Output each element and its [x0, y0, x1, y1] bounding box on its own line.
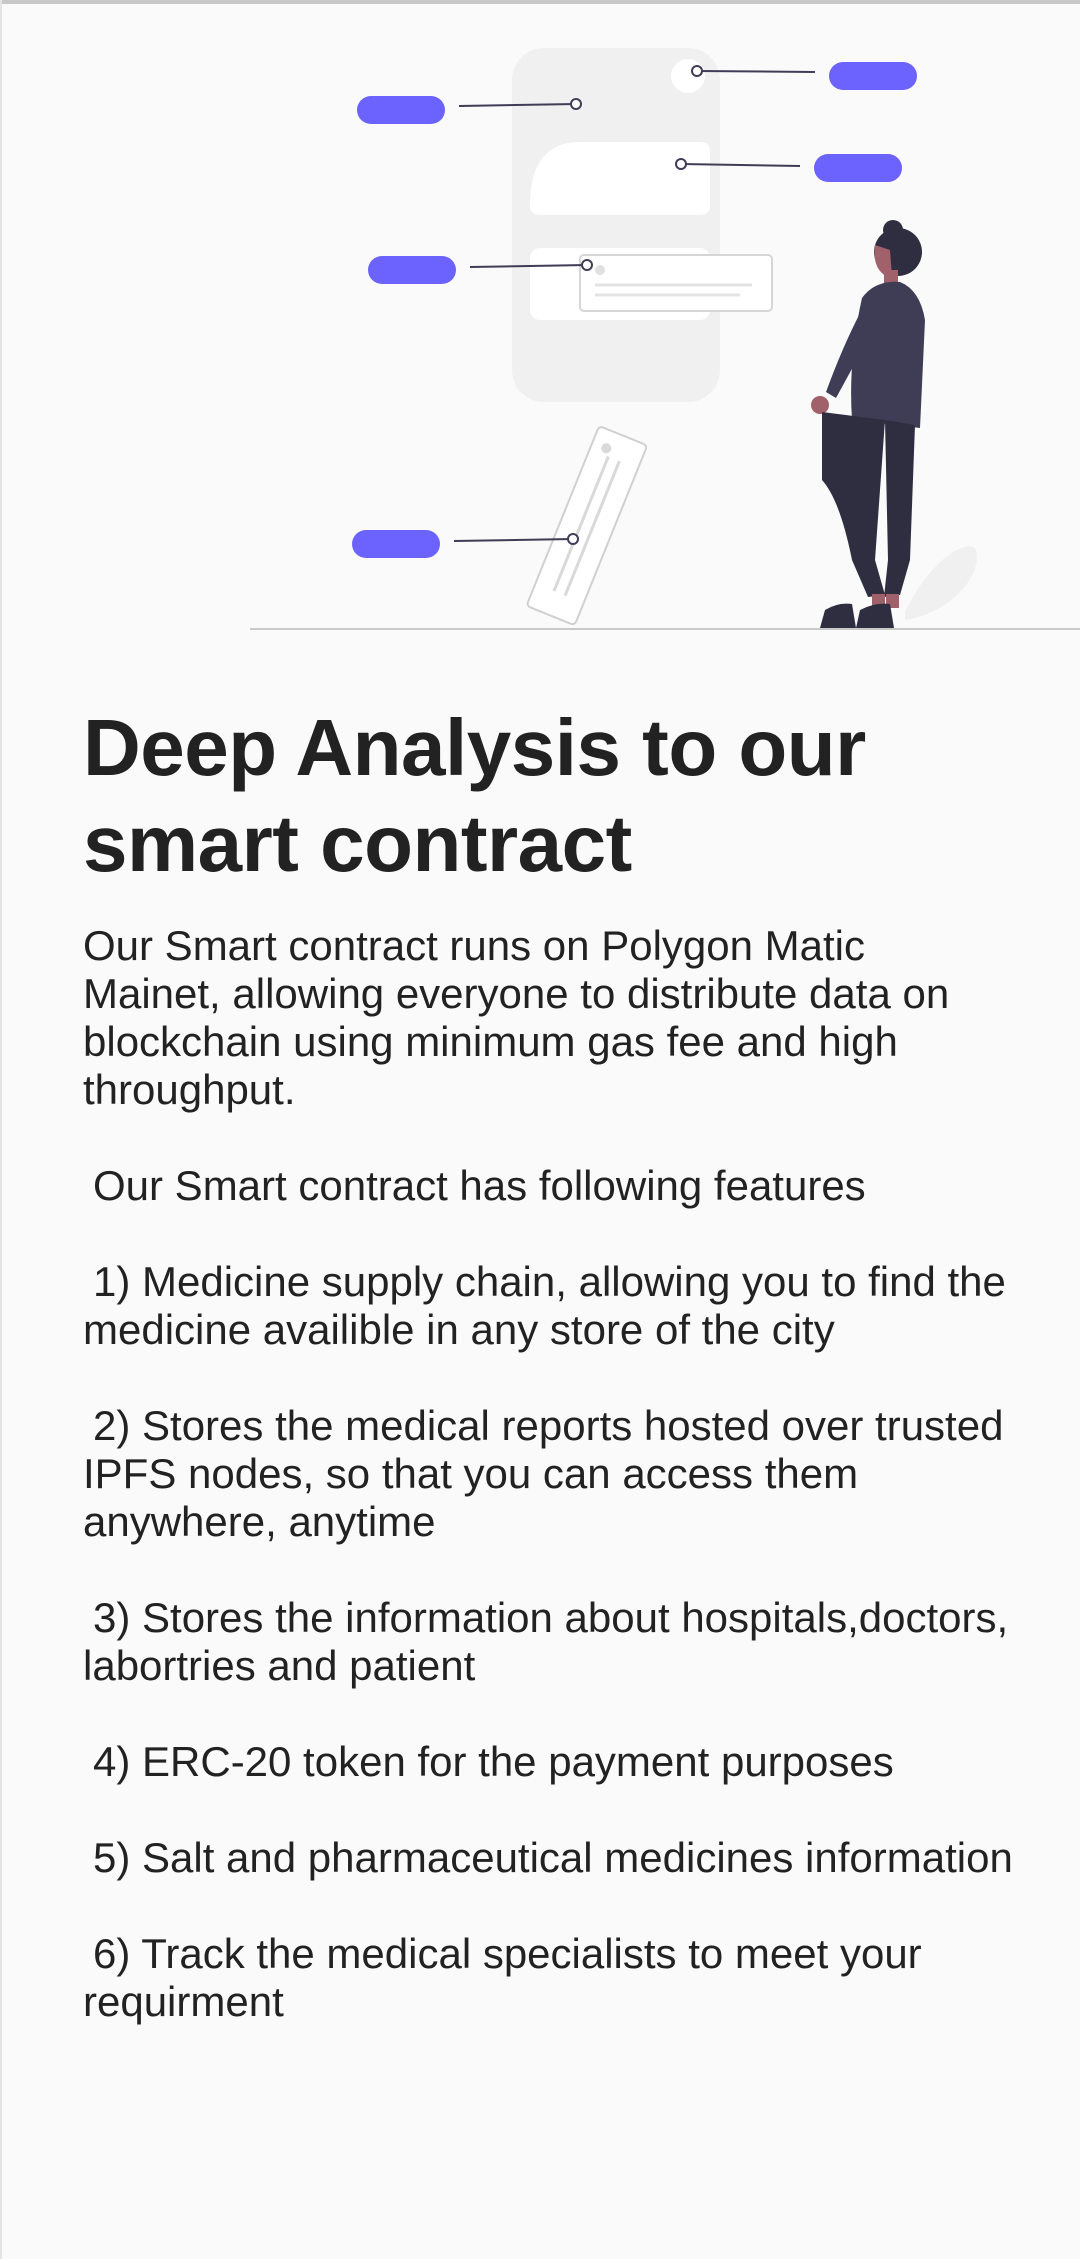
- feature-item-6: 6) Track the medical specialists to meet…: [83, 1930, 922, 2025]
- label-pill-2: [829, 62, 917, 90]
- hero-illustration: [0, 0, 1080, 640]
- feature-item-3: 3) Stores the information about hospital…: [83, 1594, 1009, 1689]
- feature-list: 1) Medicine supply chain, allowing you t…: [83, 1258, 1013, 2026]
- person-viewing-app-screen-illustration: [250, 48, 1080, 630]
- tilted-card: [526, 426, 648, 626]
- popup-card: [579, 254, 773, 312]
- feature-item-1: 1) Medicine supply chain, allowing you t…: [83, 1258, 1006, 1353]
- intro-paragraph: Our Smart contract runs on Polygon Matic…: [83, 922, 950, 1113]
- features-heading: Our Smart contract has following feature…: [93, 1162, 866, 1209]
- app-screen-panel: [512, 48, 720, 402]
- feature-item-2: 2) Stores the medical reports hosted ove…: [83, 1402, 1004, 1545]
- article: Deep Analysis to our smart contract Our …: [83, 700, 1013, 2074]
- label-pill-3: [814, 154, 902, 182]
- screen-card: [530, 142, 710, 215]
- label-pill-4: [368, 256, 456, 284]
- person-figure: [811, 220, 925, 628]
- label-pill-5: [352, 530, 440, 558]
- label-pill-1: [357, 96, 445, 124]
- feature-item-4: 4) ERC-20 token for the payment purposes: [93, 1738, 894, 1785]
- feature-item-5: 5) Salt and pharmaceutical medicines inf…: [93, 1834, 1013, 1881]
- page-title: Deep Analysis to our smart contract: [83, 703, 866, 888]
- plant-leaf: [905, 546, 977, 620]
